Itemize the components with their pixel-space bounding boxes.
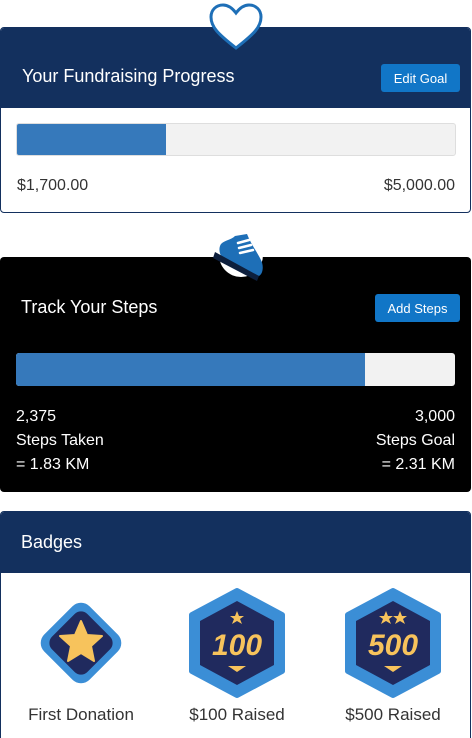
steps-goal-value: 3,000 bbox=[414, 408, 455, 425]
badges-header: Badges bbox=[1, 512, 470, 573]
steps-taken-label: Steps Taken bbox=[16, 432, 104, 449]
steps-taken-value: 2,375 bbox=[16, 408, 57, 425]
fundraising-goal-amount: $5,000.00 bbox=[383, 177, 455, 194]
heart-icon bbox=[209, 3, 263, 50]
badges-title: Badges bbox=[21, 532, 83, 552]
add-steps-button[interactable]: Add Steps bbox=[375, 294, 460, 322]
five-hundred-badge-icon: 500 bbox=[345, 588, 441, 698]
fundraising-title: Your Fundraising Progress bbox=[22, 66, 235, 86]
steps-taken-stats: 2,375 Steps Taken = 1.83 KM bbox=[16, 405, 104, 477]
hundred-badge-icon: 100 bbox=[189, 588, 285, 698]
star-badge-icon bbox=[40, 602, 122, 684]
badges-card: Badges First Donation 100 $100 Raised 50… bbox=[0, 511, 471, 738]
badge-label: First Donation bbox=[28, 705, 134, 724]
fundraising-progress-fill bbox=[17, 124, 166, 155]
sneaker-icon bbox=[213, 233, 263, 281]
edit-goal-button[interactable]: Edit Goal bbox=[381, 64, 460, 92]
steps-progress-bar bbox=[16, 353, 455, 386]
fundraising-card: Your Fundraising Progress Edit Goal $1,7… bbox=[0, 27, 471, 213]
steps-goal-stats: 3,000 Steps Goal = 2.31 KM bbox=[376, 405, 455, 477]
hundred-badge-number: 100 bbox=[212, 629, 262, 662]
steps-progress-fill bbox=[16, 353, 365, 386]
steps-goal-label: Steps Goal bbox=[375, 432, 455, 449]
steps-taken-distance: = 1.83 KM bbox=[16, 456, 90, 473]
amount-raised: $1,700.00 bbox=[17, 177, 89, 194]
badge-100-raised: 100 $100 Raised bbox=[167, 587, 307, 725]
fundraising-progress-bar bbox=[16, 123, 456, 156]
five-hundred-badge-number: 500 bbox=[368, 629, 418, 662]
badge-first-donation: First Donation bbox=[11, 587, 151, 725]
steps-goal-distance: = 2.31 KM bbox=[381, 456, 455, 473]
badge-label: $500 Raised bbox=[345, 705, 441, 724]
steps-card: Track Your Steps Add Steps 2,375 Steps T… bbox=[0, 257, 471, 492]
badge-500-raised: 500 $500 Raised bbox=[323, 587, 463, 725]
steps-title: Track Your Steps bbox=[21, 297, 158, 317]
badge-label: $100 Raised bbox=[189, 705, 285, 724]
